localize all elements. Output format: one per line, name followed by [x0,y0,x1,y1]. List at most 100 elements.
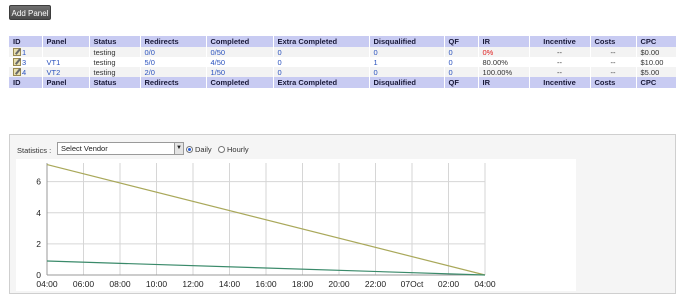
vendor-select[interactable]: Select Vendor ▼ [57,142,184,155]
column-header[interactable]: Costs [590,36,637,47]
incentive-cell: -- [529,47,591,57]
column-footer: QF [444,77,479,88]
disqualified-link[interactable]: 0 [369,67,445,77]
extra-completed-link[interactable]: 0 [273,67,370,77]
column-header[interactable]: ID [9,36,43,47]
cpc-cell: $0.00 [636,47,677,57]
column-footer: Completed [206,77,274,88]
column-footer: Redirects [140,77,207,88]
column-footer: IR [478,77,530,88]
disqualified-link[interactable]: 0 [369,47,445,57]
ir-cell: 80.00% [478,57,530,67]
daily-radio-label[interactable]: Daily [195,145,212,154]
column-footer: Incentive [529,77,591,88]
completed-link[interactable]: 1/50 [206,67,274,77]
qf-link[interactable]: 0 [444,67,479,77]
table-row: 3 VT1 testing 5/0 4/50 0 1 0 80.00% -- -… [9,57,677,67]
panel-cell[interactable] [42,47,90,57]
edit-icon[interactable] [13,57,21,66]
column-header[interactable]: Extra Completed [273,36,370,47]
edit-icon[interactable] [13,67,21,76]
status-cell: testing [89,57,141,67]
edit-icon[interactable] [13,47,21,56]
qf-link[interactable]: 0 [444,47,479,57]
column-footer: Disqualified [369,77,445,88]
column-footer: Panel [42,77,90,88]
costs-cell: -- [590,67,637,77]
id-cell[interactable]: 3 [9,57,43,67]
statistics-line-chart: 024604:00 06:00 08:00 10:00 12:00 14:00 16:00 1… [36,163,496,289]
id-cell[interactable]: 4 [9,67,43,77]
redirects-link[interactable]: 2/0 [140,67,207,77]
vendor-select-value: Select Vendor [61,144,108,153]
extra-completed-link[interactable]: 0 [273,47,370,57]
costs-cell: -- [590,57,637,67]
y-tick-label: 2 [36,239,41,249]
y-tick-label: 4 [36,208,41,218]
table-row: 4 VT2 testing 2/0 1/50 0 0 0 100.00% -- … [9,67,677,77]
ir-cell: 0% [478,47,530,57]
column-footer: Costs [590,77,637,88]
cpc-cell: $5.00 [636,67,677,77]
panel-cell[interactable]: VT1 [42,57,90,67]
chevron-down-icon[interactable]: ▼ [174,143,183,154]
disqualified-link[interactable]: 1 [369,57,445,67]
y-tick-label: 6 [36,177,41,187]
panel-cell[interactable]: VT2 [42,67,90,77]
column-header[interactable]: Disqualified [369,36,445,47]
x-tick-label: 12:00 [182,279,204,289]
daily-radio[interactable] [186,146,193,153]
column-header[interactable]: Status [89,36,141,47]
id-link[interactable]: 3 [22,58,26,67]
id-cell[interactable]: 1 [9,47,43,57]
column-header[interactable]: CPC [636,36,677,47]
hourly-radio[interactable] [218,146,225,153]
x-tick-label: 14:00 [219,279,241,289]
x-tick-label: 04:00 [474,279,496,289]
column-footer: ID [9,77,43,88]
statistics-label: Statistics : [17,146,52,155]
incentive-cell: -- [529,67,591,77]
table-row: 1 testing 0/0 0/50 0 0 0 0% -- -- $0.00 [9,47,677,57]
x-tick-label: 02:00 [438,279,460,289]
column-header[interactable]: Completed [206,36,274,47]
extra-completed-link[interactable]: 0 [273,57,370,67]
x-tick-label: 22:00 [365,279,387,289]
chart-area: 0 2 4 6 04:00 06:00 08:00 10:00 12:00 14:00 16:00 1… [16,159,576,291]
x-tick-label: 18:00 [292,279,314,289]
column-header[interactable]: Redirects [140,36,207,47]
redirects-link[interactable]: 5/0 [140,57,207,67]
hourly-radio-label[interactable]: Hourly [227,145,249,154]
panels-table: ID Panel Status Redirects Completed Extr… [9,36,677,88]
column-footer: CPC [636,77,677,88]
table-footer-row: ID Panel Status Redirects Completed Extr… [9,77,677,88]
column-header[interactable]: Incentive [529,36,591,47]
completed-link[interactable]: 4/50 [206,57,274,67]
redirects-link[interactable]: 0/0 [140,47,207,57]
status-cell: testing [89,67,141,77]
status-cell: testing [89,47,141,57]
column-header[interactable]: Panel [42,36,90,47]
costs-cell: -- [590,47,637,57]
x-tick-label: 04:00 [36,279,58,289]
qf-link[interactable]: 0 [444,57,479,67]
add-panel-button[interactable]: Add Panel [9,5,51,20]
completed-link[interactable]: 0/50 [206,47,274,57]
x-tick-label: 20:00 [328,279,350,289]
x-tick-label: 06:00 [73,279,95,289]
column-header[interactable]: QF [444,36,479,47]
column-footer: Status [89,77,141,88]
ir-cell: 100.00% [478,67,530,77]
id-link[interactable]: 4 [22,68,26,77]
x-tick-label: 07Oct [401,279,424,289]
table-header-row: ID Panel Status Redirects Completed Extr… [9,36,677,47]
x-tick-label: 16:00 [255,279,277,289]
x-tick-label: 10:00 [146,279,168,289]
column-footer: Extra Completed [273,77,370,88]
x-tick-label: 08:00 [109,279,131,289]
statistics-panel: Statistics : Select Vendor ▼ Daily Hourl… [9,134,676,294]
incentive-cell: -- [529,57,591,67]
id-link[interactable]: 1 [22,48,26,57]
cpc-cell: $10.00 [636,57,677,67]
column-header[interactable]: IR [478,36,530,47]
